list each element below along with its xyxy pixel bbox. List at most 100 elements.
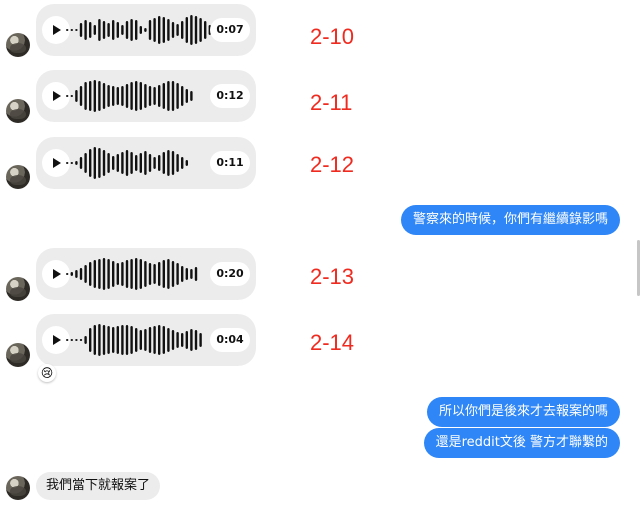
voice-message: 0:20 <box>36 248 256 300</box>
voice-duration: 0:11 <box>210 151 250 175</box>
waveform-bar <box>158 155 161 171</box>
waveform[interactable] <box>64 143 214 183</box>
waveform-bar <box>148 86 152 106</box>
waveform-bar <box>148 20 152 40</box>
waveform-bar <box>98 259 101 289</box>
outgoing-message[interactable]: 警察來的時候，你們有繼續錄影嗎 <box>400 205 620 235</box>
voice-duration: 0:20 <box>210 262 250 286</box>
waveform-bar <box>135 258 138 290</box>
waveform-bar <box>181 21 184 39</box>
waveform-bar <box>116 326 119 354</box>
voice-message: 0:04 <box>36 314 256 366</box>
waveform-bar <box>135 155 138 171</box>
waveform-bar <box>158 85 161 107</box>
avatar[interactable] <box>6 277 30 301</box>
waveform-bar <box>176 332 179 348</box>
waveform-bar <box>107 85 110 107</box>
waveform-bar <box>139 153 142 173</box>
play-icon <box>53 91 61 101</box>
waveform-bar <box>194 16 198 44</box>
waveform-bar <box>70 29 73 31</box>
avatar[interactable] <box>6 343 30 367</box>
waveform-bar <box>130 82 133 110</box>
waveform-bar <box>185 89 188 103</box>
waveform-bar <box>148 154 152 172</box>
waveform-bar <box>162 152 165 174</box>
waveform-bar <box>144 28 147 32</box>
waveform-bar <box>130 19 133 41</box>
waveform-bar <box>158 262 161 286</box>
voice-message: 0:07 <box>36 4 256 56</box>
avatar[interactable] <box>6 99 30 123</box>
waveform-bar <box>121 86 124 106</box>
waveform-bar <box>125 325 129 355</box>
waveform-bar <box>116 87 119 105</box>
annotation-label: 2-12 <box>310 152 355 177</box>
waveform-bar <box>75 339 78 341</box>
waveform-bar <box>116 263 119 285</box>
waveform-bar <box>171 151 175 175</box>
waveform-bar <box>66 162 69 164</box>
waveform-bar <box>116 22 119 38</box>
waveform[interactable] <box>64 76 214 116</box>
annotation-label: 2-11 <box>310 90 353 115</box>
outgoing-message[interactable]: 所以你們是後來才去報案的嗎 <box>426 397 620 427</box>
waveform-bar <box>84 82 87 110</box>
waveform-bar <box>125 21 129 39</box>
waveform-bar <box>144 329 147 351</box>
waveform-bar <box>79 157 83 169</box>
waveform-bar <box>185 160 188 166</box>
waveform-bar <box>116 154 119 172</box>
waveform-bar <box>107 153 110 173</box>
waveform-bar <box>139 259 142 289</box>
waveform-bar <box>98 81 101 111</box>
waveform-bar <box>66 339 69 341</box>
waveform-bar <box>167 259 170 289</box>
waveform-bar <box>139 26 142 34</box>
waveform-bar <box>107 23 110 37</box>
annotation-label: 2-13 <box>310 264 355 289</box>
voice-duration: 0:04 <box>210 328 250 352</box>
waveform-bar <box>112 156 115 170</box>
waveform-bar <box>153 264 156 284</box>
waveform-bar <box>79 268 83 280</box>
waveform-bar <box>190 91 193 101</box>
waveform-bar <box>79 86 83 106</box>
play-icon <box>53 269 61 279</box>
reaction-emoji[interactable]: 😢 <box>38 364 56 382</box>
avatar[interactable] <box>6 476 30 500</box>
waveform-bar <box>102 258 106 290</box>
waveform-bar <box>190 269 193 279</box>
waveform-bar <box>190 329 193 351</box>
waveform-bar <box>181 333 184 347</box>
waveform-bar <box>70 95 73 97</box>
annotation-label: 2-14 <box>310 330 355 355</box>
outgoing-message[interactable]: 還是reddit文後 警方才聯繫的 <box>423 428 620 458</box>
waveform[interactable] <box>64 254 214 294</box>
waveform-bar <box>199 333 202 347</box>
waveform-bar <box>79 23 83 37</box>
waveform-bar <box>176 263 179 285</box>
waveform-bar <box>171 330 175 350</box>
waveform-bar <box>171 81 175 111</box>
waveform-bar <box>185 331 188 349</box>
waveform-bar <box>139 330 142 350</box>
play-icon <box>53 158 61 168</box>
waveform-bar <box>70 162 73 164</box>
incoming-message[interactable]: 我們當下就報案了 <box>36 472 161 500</box>
waveform-bar <box>66 273 69 275</box>
waveform-bar <box>93 260 96 288</box>
waveform-bar <box>125 84 129 108</box>
waveform-bar <box>121 25 124 35</box>
waveform-bar <box>98 19 101 41</box>
waveform[interactable] <box>64 320 214 360</box>
waveform[interactable] <box>64 10 214 50</box>
avatar[interactable] <box>6 33 30 57</box>
waveform-bar <box>171 22 175 38</box>
waveform-bar <box>66 29 69 31</box>
waveform-bar <box>158 325 161 355</box>
waveform-bar <box>84 20 87 40</box>
waveform-bar <box>98 324 101 356</box>
voice-duration: 0:12 <box>210 84 250 108</box>
avatar[interactable] <box>6 165 30 189</box>
